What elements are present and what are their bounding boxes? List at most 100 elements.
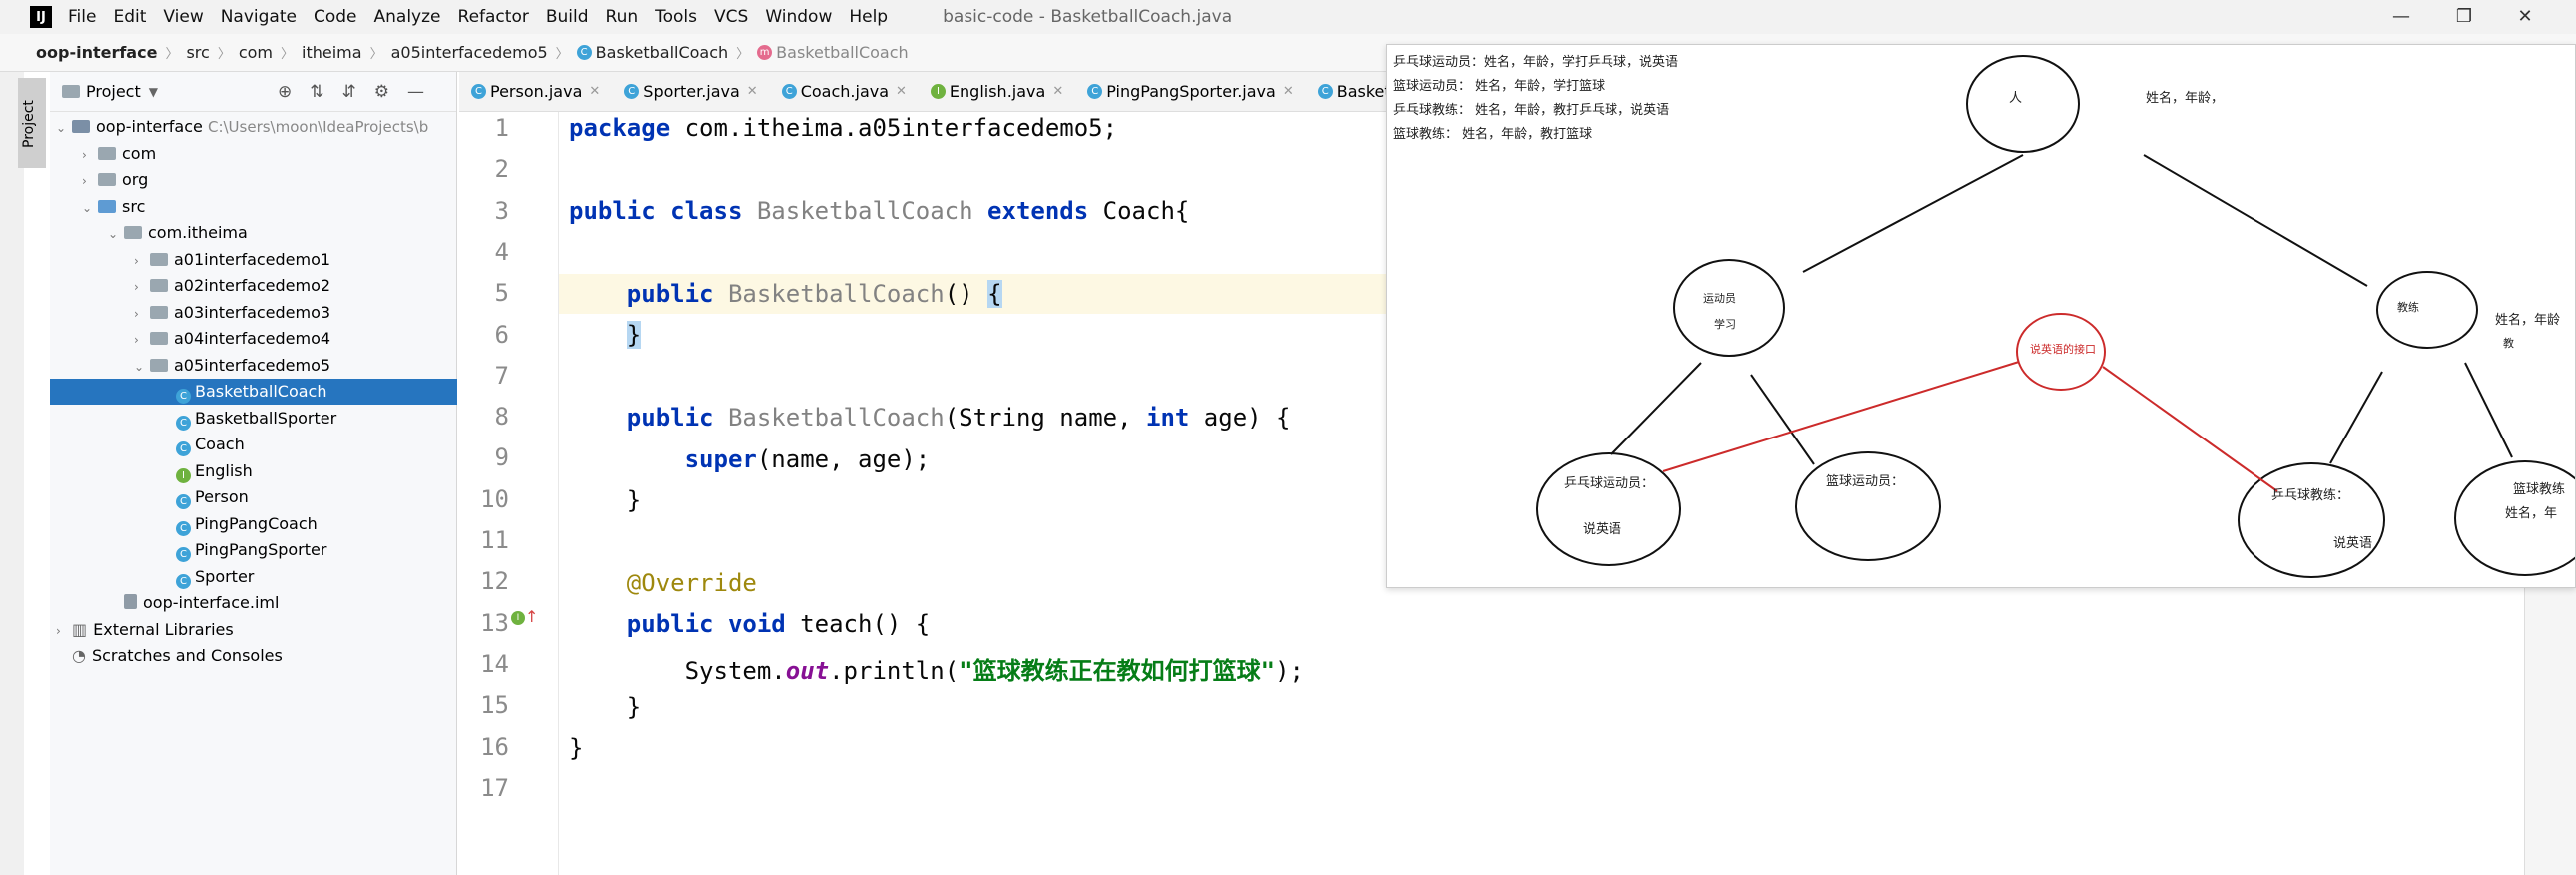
bb-coach-sub-label: 姓名，年 xyxy=(2505,506,2558,521)
folder-icon xyxy=(150,305,168,319)
close-tab-icon[interactable]: ✕ xyxy=(1283,84,1294,99)
crumb-src[interactable]: src xyxy=(186,43,209,62)
tree-item-org[interactable]: › org xyxy=(50,167,457,193)
tree-item-com[interactable]: › com xyxy=(50,141,457,167)
tree-arrow-icon[interactable]: › xyxy=(82,142,98,168)
class-icon: C xyxy=(781,84,797,99)
tree-item-src[interactable]: ⌄ src xyxy=(50,194,457,220)
tab-coach-java[interactable]: C Coach.java ✕ xyxy=(770,82,919,101)
tree-item-com-itheima[interactable]: ⌄ com.itheima xyxy=(50,220,457,246)
tree-item-basketballsporter[interactable]: C BasketballSporter xyxy=(50,406,457,432)
implements-method-icon[interactable]: I xyxy=(511,611,525,625)
tree-arrow-icon[interactable]: › xyxy=(134,301,150,327)
tree-item-label: src xyxy=(122,196,146,216)
close-tab-icon[interactable]: ✕ xyxy=(896,84,907,99)
tab-pingpangsporter-java[interactable]: C PingPangSporter.java ✕ xyxy=(1075,82,1306,101)
tab-english-java[interactable]: I English.java ✕ xyxy=(919,82,1075,101)
coach-node xyxy=(2376,271,2478,349)
tree-item-basketballcoach[interactable]: C BasketballCoach xyxy=(50,379,457,405)
project-title[interactable]: Project xyxy=(86,82,141,101)
tree-arrow-icon[interactable]: ⌄ xyxy=(56,115,72,141)
tab-label: Sporter.java xyxy=(643,82,740,101)
menu-tools[interactable]: Tools xyxy=(655,7,697,27)
folder-icon xyxy=(124,226,142,239)
project-folder-icon xyxy=(62,85,80,98)
close-icon[interactable]: ✕ xyxy=(2510,4,2540,30)
tree-arrow-icon[interactable]: › xyxy=(134,327,150,353)
tab-sporter-java[interactable]: C Sporter.java ✕ xyxy=(612,82,769,101)
line-number: 15 xyxy=(480,691,509,720)
tree-item-oop-interface-iml[interactable]: oop-interface.iml xyxy=(50,590,457,616)
source-folder-icon xyxy=(98,199,116,213)
tree-item-pingpangcoach[interactable]: C PingPangCoach xyxy=(50,511,457,537)
class-icon: C xyxy=(176,441,191,456)
tree-arrow-icon[interactable]: ⌄ xyxy=(134,354,150,380)
tab-person-java[interactable]: C Person.java ✕ xyxy=(459,82,612,101)
crumb-project[interactable]: oop-interface xyxy=(36,43,157,62)
crumb-method[interactable]: BasketballCoach xyxy=(776,43,908,62)
code-line-8: public BasketballCoach(String name, int … xyxy=(626,404,1291,432)
tree-item-coach[interactable]: C Coach xyxy=(50,432,457,457)
crumb-package[interactable]: a05interfacedemo5 xyxy=(391,43,548,62)
tree-item-a02interfacedemo2[interactable]: › a02interfacedemo2 xyxy=(50,273,457,299)
tree-item-label: a03interfacedemo3 xyxy=(174,302,331,322)
tree-item-scratches-and-consoles[interactable]: ◔ Scratches and Consoles xyxy=(50,643,457,669)
menu-navigate[interactable]: Navigate xyxy=(221,7,297,27)
tree-item-a03interfacedemo3[interactable]: › a03interfacedemo3 xyxy=(50,300,457,326)
menu-run[interactable]: Run xyxy=(606,7,639,27)
menu-edit[interactable]: Edit xyxy=(113,7,146,27)
menu-view[interactable]: View xyxy=(163,7,203,27)
restore-icon[interactable]: ❐ xyxy=(2449,4,2479,30)
close-tab-icon[interactable]: ✕ xyxy=(589,84,600,99)
tree-arrow-icon[interactable]: › xyxy=(134,248,150,274)
person-attrs-label: 姓名，年龄， xyxy=(2146,91,2225,106)
chevron-down-icon[interactable]: ▼ xyxy=(149,85,158,99)
sporter-sub-label: 学习 xyxy=(1714,318,1736,331)
hide-icon[interactable]: — xyxy=(407,82,424,102)
close-tab-icon[interactable]: ✕ xyxy=(747,84,758,99)
locate-icon[interactable]: ⊕ xyxy=(278,82,292,102)
line-number: 17 xyxy=(480,773,509,802)
tree-item-english[interactable]: I English xyxy=(50,458,457,484)
tab-label: English.java xyxy=(949,82,1046,101)
tree-item-person[interactable]: C Person xyxy=(50,484,457,510)
line-number: 6 xyxy=(494,320,509,349)
tree-item-a04interfacedemo4[interactable]: › a04interfacedemo4 xyxy=(50,326,457,352)
expand-all-icon[interactable]: ⇅ xyxy=(310,82,323,102)
line-number: 16 xyxy=(480,732,509,761)
gear-icon[interactable]: ⚙ xyxy=(374,82,389,102)
tab-basketb[interactable]: CBasketb xyxy=(1306,82,1388,101)
menu-analyze[interactable]: Analyze xyxy=(374,7,441,27)
menu-vcs[interactable]: VCS xyxy=(714,7,748,27)
menu-help[interactable]: Help xyxy=(849,7,888,27)
tree-arrow-icon[interactable]: › xyxy=(82,168,98,194)
tab-label: Basketb xyxy=(1336,82,1388,101)
tree-arrow-icon[interactable]: ⌄ xyxy=(108,221,124,247)
tree-item-a05interfacedemo5[interactable]: ⌄ a05interfacedemo5 xyxy=(50,353,457,379)
tree-item-sporter[interactable]: C Sporter xyxy=(50,564,457,590)
project-tool-tab[interactable]: Project xyxy=(18,78,46,168)
tree-item-a01interfacedemo1[interactable]: › a01interfacedemo1 xyxy=(50,247,457,273)
crumb-class[interactable]: BasketballCoach xyxy=(596,43,728,62)
menu-code[interactable]: Code xyxy=(314,7,357,27)
pp-sporter-node xyxy=(1536,452,1681,566)
close-tab-icon[interactable]: ✕ xyxy=(1052,84,1063,99)
menu-file[interactable]: File xyxy=(68,7,96,27)
tree-arrow-icon[interactable]: ⌄ xyxy=(82,195,98,221)
collapse-all-icon[interactable]: ⇵ xyxy=(341,82,355,102)
class-icon: C xyxy=(176,415,191,431)
override-arrow-icon[interactable]: ↑ xyxy=(525,607,538,626)
tree-item-external-libraries[interactable]: › ▥ External Libraries xyxy=(50,617,457,643)
tree-item-pingpangsporter[interactable]: C PingPangSporter xyxy=(50,537,457,563)
crumb-itheima[interactable]: itheima xyxy=(302,43,362,62)
menu-build[interactable]: Build xyxy=(546,7,589,27)
tree-arrow-icon[interactable]: › xyxy=(56,618,72,644)
menu-refactor[interactable]: Refactor xyxy=(458,7,529,27)
tree-item-oop-interface[interactable]: ⌄ oop-interface C:\Users\moon\IdeaProject… xyxy=(50,114,457,140)
edge-sporter-pp xyxy=(1610,362,1702,455)
tree-arrow-icon[interactable]: › xyxy=(134,274,150,300)
class-icon: C xyxy=(624,84,640,99)
crumb-com[interactable]: com xyxy=(239,43,273,62)
minimize-icon[interactable]: — xyxy=(2386,4,2416,30)
menu-window[interactable]: Window xyxy=(765,7,832,27)
